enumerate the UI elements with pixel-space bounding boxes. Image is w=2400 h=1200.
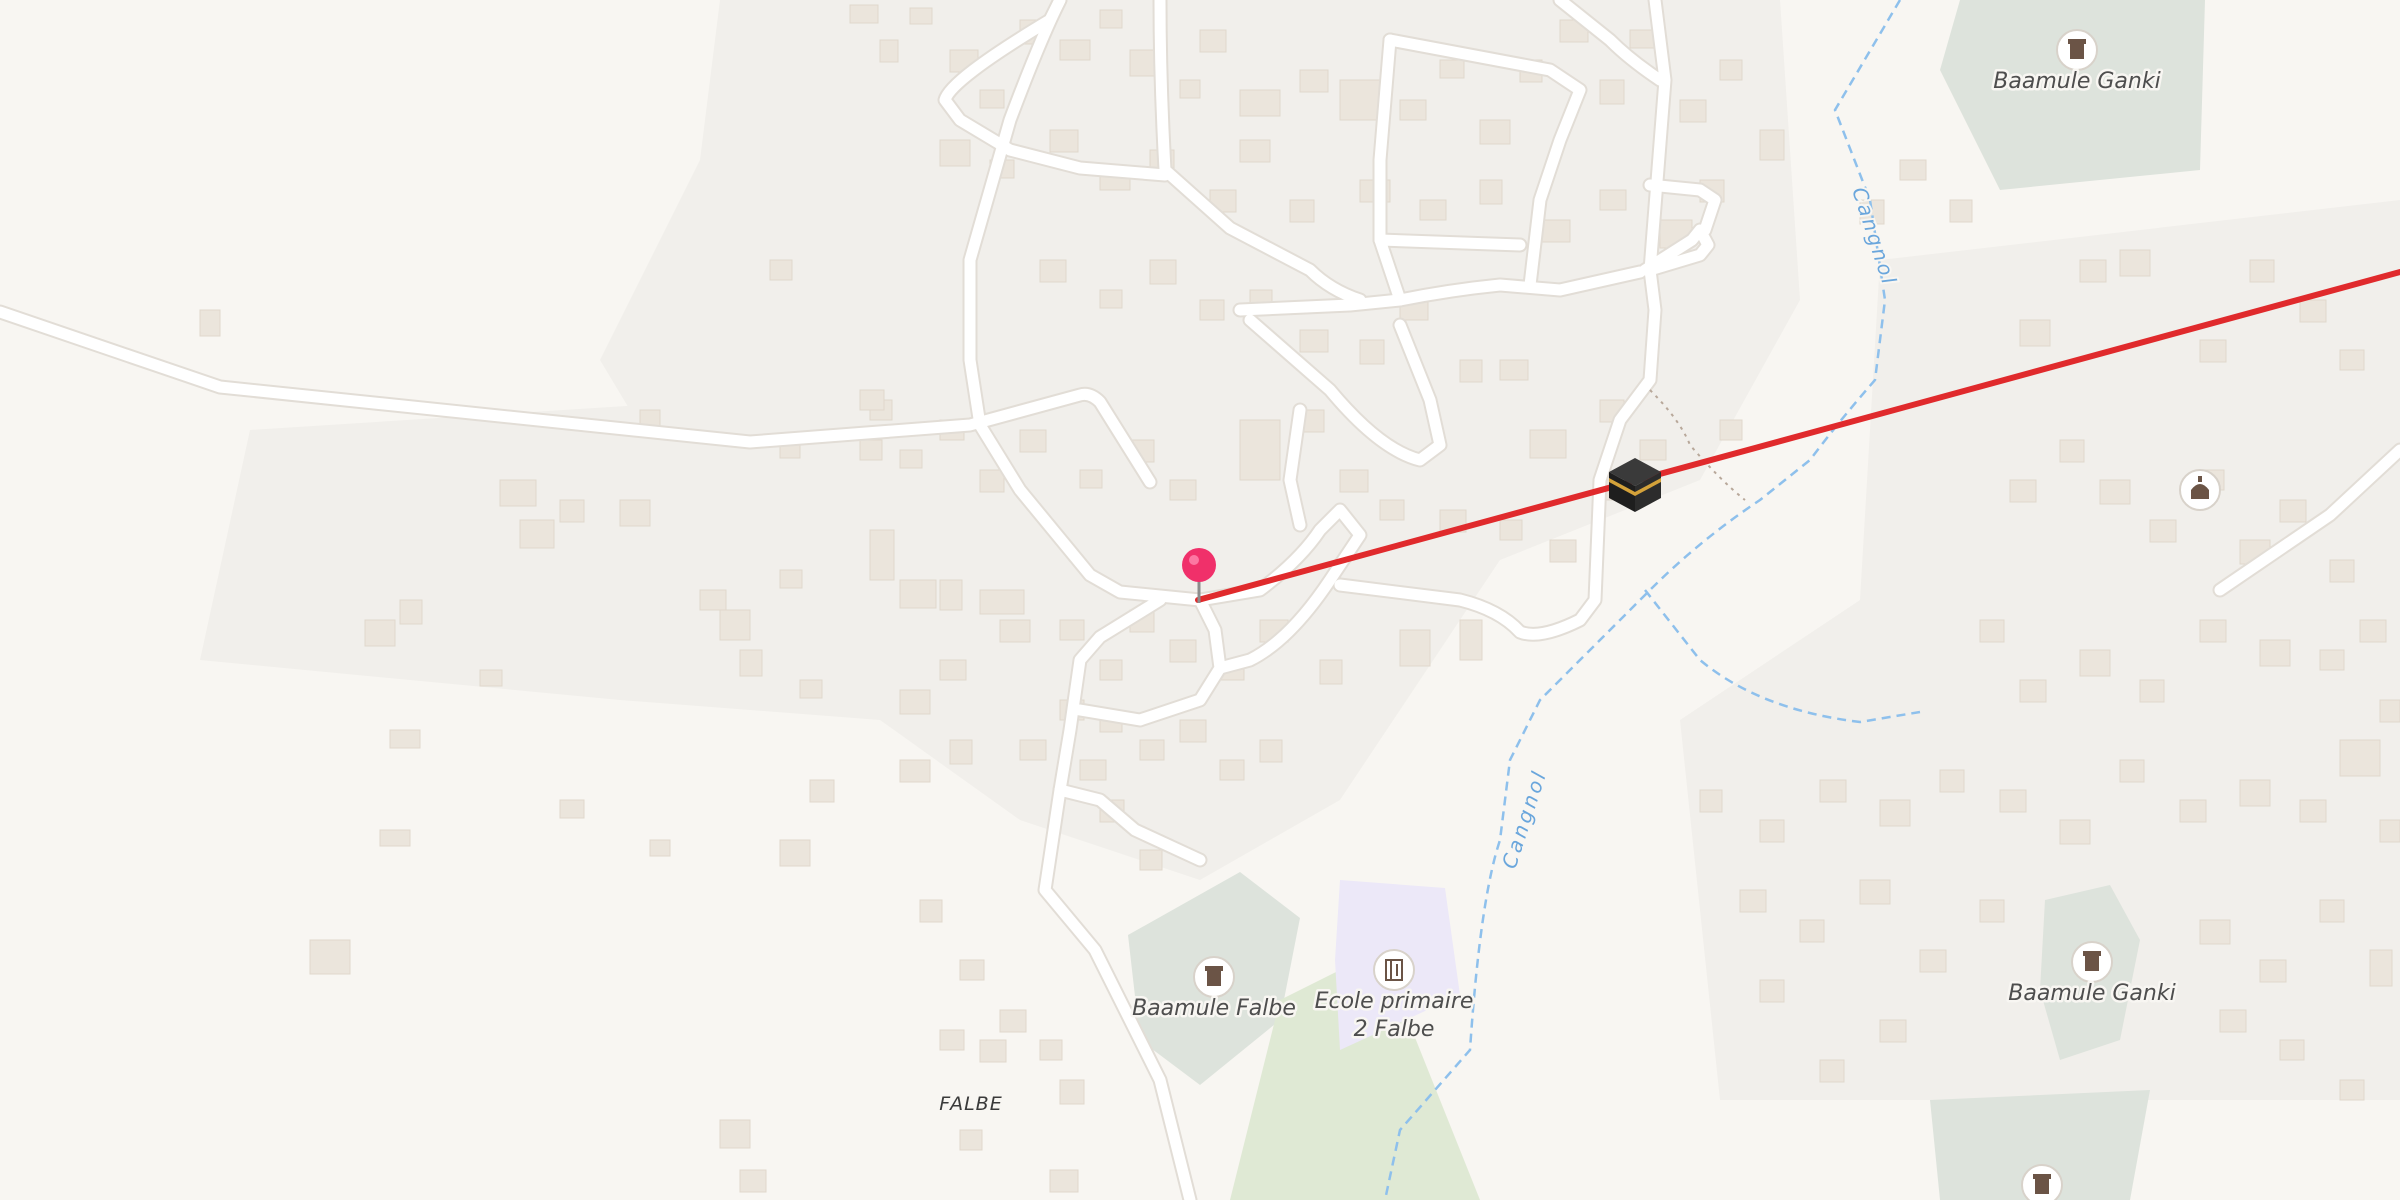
place-label: Ecole primaire — [1315, 989, 1474, 1014]
map-canvas[interactable]: Cangnol Cangnol Baamule Ganki Baamule Fa… — [0, 0, 2400, 1200]
cemetery-icon[interactable] — [2021, 1164, 2063, 1200]
school-icon — [1373, 949, 1415, 991]
place-label: Baamule Falbe — [1132, 996, 1296, 1021]
place-label: 2 Falbe — [1354, 1017, 1435, 1042]
cemetery-icon — [1193, 956, 1235, 998]
locality-label: FALBE — [939, 1093, 1002, 1115]
cemetery-icon — [2071, 941, 2113, 983]
place-label: Baamule Ganki — [1993, 69, 2160, 94]
cemetery-icon — [2056, 29, 2098, 71]
mosque-icon[interactable] — [2179, 469, 2221, 511]
place-label: Baamule Ganki — [2008, 981, 2175, 1006]
